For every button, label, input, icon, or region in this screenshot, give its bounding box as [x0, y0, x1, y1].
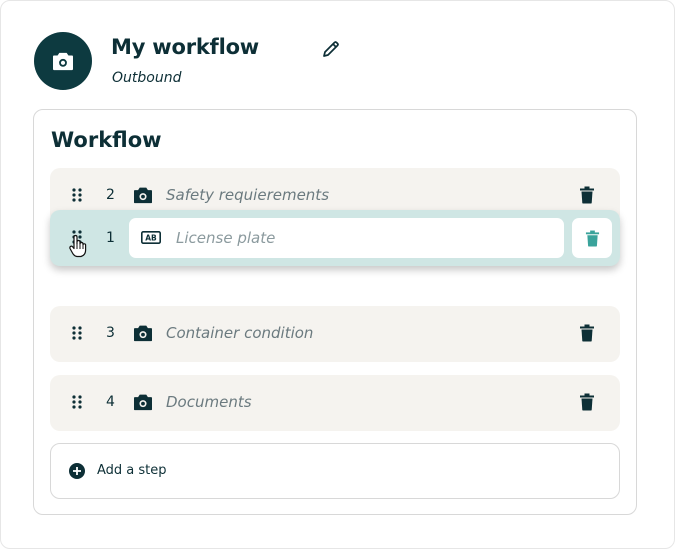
camera-icon [134, 394, 152, 411]
page-title: My workflow [111, 35, 260, 59]
step-label: Safety requierements [166, 186, 330, 204]
step-number: 2 [106, 187, 115, 203]
camera-icon [134, 187, 152, 204]
grab-cursor-icon [69, 234, 87, 258]
step-number: 1 [106, 230, 115, 246]
dragging-step[interactable]: 1 AB License plate [50, 210, 620, 266]
drag-handle-icon[interactable] [72, 395, 82, 409]
drag-handle-icon[interactable] [72, 326, 82, 340]
trash-icon[interactable] [579, 186, 595, 204]
trash-icon [585, 230, 599, 246]
trash-icon[interactable] [579, 393, 595, 411]
edit-title-button[interactable] [320, 38, 342, 60]
step-name-placeholder: License plate [176, 229, 276, 247]
page-subtitle: Outbound [112, 70, 182, 86]
trash-icon[interactable] [579, 324, 595, 342]
step-number: 3 [106, 325, 115, 341]
workflow-step[interactable]: 4 Documents [50, 375, 620, 431]
plus-circle-icon [69, 463, 85, 479]
pencil-icon [323, 41, 339, 57]
add-step-label: Add a step [97, 463, 167, 478]
camera-icon [53, 52, 73, 71]
step-number: 4 [106, 394, 115, 410]
text-field-icon-label: AB [145, 234, 157, 243]
text-field-icon: AB [141, 231, 161, 244]
camera-icon [134, 325, 152, 342]
step-label: Documents [166, 393, 252, 411]
add-step-button[interactable]: Add a step [50, 443, 620, 499]
step-name-input[interactable]: AB License plate [129, 218, 564, 258]
workflow-title: Workflow [51, 128, 162, 152]
workflow-avatar [34, 32, 92, 90]
workflow-step[interactable]: 3 Container condition [50, 306, 620, 362]
step-label: Container condition [166, 324, 314, 342]
drag-handle-icon[interactable] [72, 188, 82, 202]
delete-step-button[interactable] [572, 218, 612, 258]
